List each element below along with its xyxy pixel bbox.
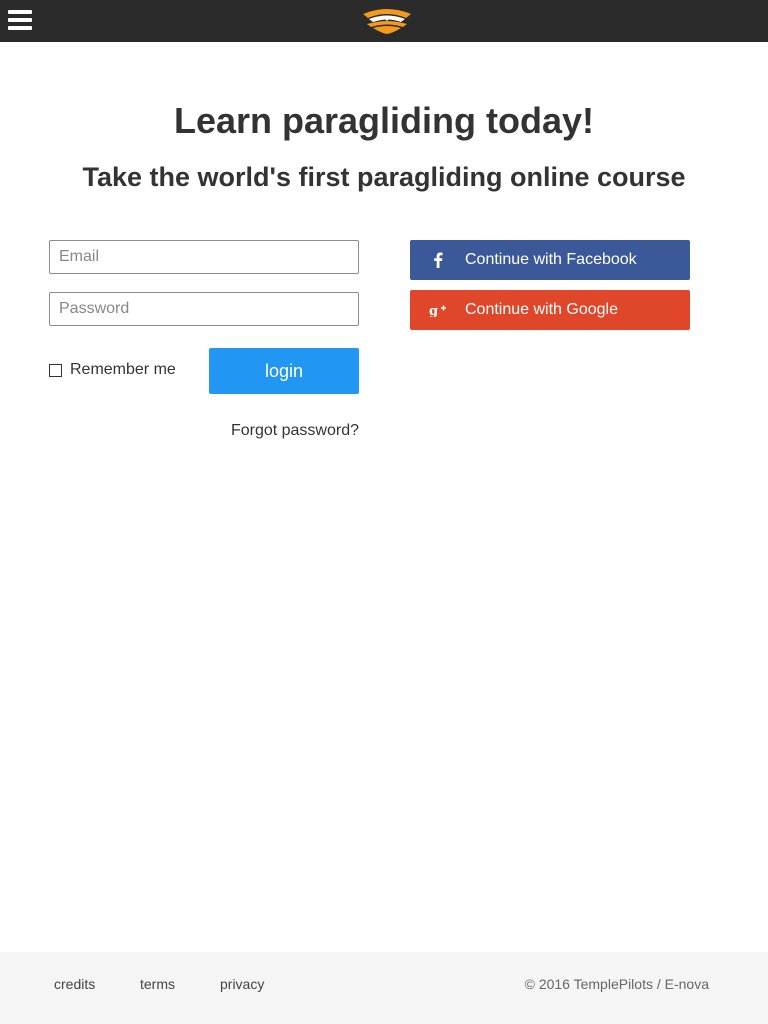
google-login-label: Continue with Google	[465, 301, 618, 318]
facebook-icon	[410, 240, 465, 280]
remember-me-label: Remember me	[70, 361, 176, 378]
svg-text:g: g	[429, 304, 438, 317]
footer-link-credits[interactable]: credits	[54, 976, 95, 992]
top-bar	[0, 0, 768, 42]
password-field[interactable]	[49, 292, 359, 326]
email-field[interactable]	[49, 240, 359, 274]
page-subtitle: Take the world's first paragliding onlin…	[82, 162, 686, 192]
google-login-button[interactable]: g Continue with Google	[410, 290, 690, 330]
facebook-login-button[interactable]: Continue with Facebook	[410, 240, 690, 280]
forgot-password-link[interactable]: Forgot password?	[200, 422, 359, 440]
checkbox-icon[interactable]	[49, 363, 62, 377]
remember-me-checkbox[interactable]: Remember me	[49, 360, 176, 380]
footer-link-privacy[interactable]: privacy	[220, 976, 264, 992]
paraglider-logo-icon[interactable]	[359, 6, 415, 36]
login-button[interactable]: login	[209, 348, 359, 394]
footer-link-terms[interactable]: terms	[140, 976, 175, 992]
footer: credits terms privacy © 2016 TemplePilot…	[0, 952, 768, 1024]
hamburger-menu-icon[interactable]	[8, 10, 32, 32]
page-title: Learn paragliding today!	[173, 100, 595, 141]
facebook-login-label: Continue with Facebook	[465, 251, 637, 268]
copyright-text: © 2016 TemplePilots / E-nova	[524, 976, 709, 992]
google-plus-icon: g	[410, 290, 465, 330]
